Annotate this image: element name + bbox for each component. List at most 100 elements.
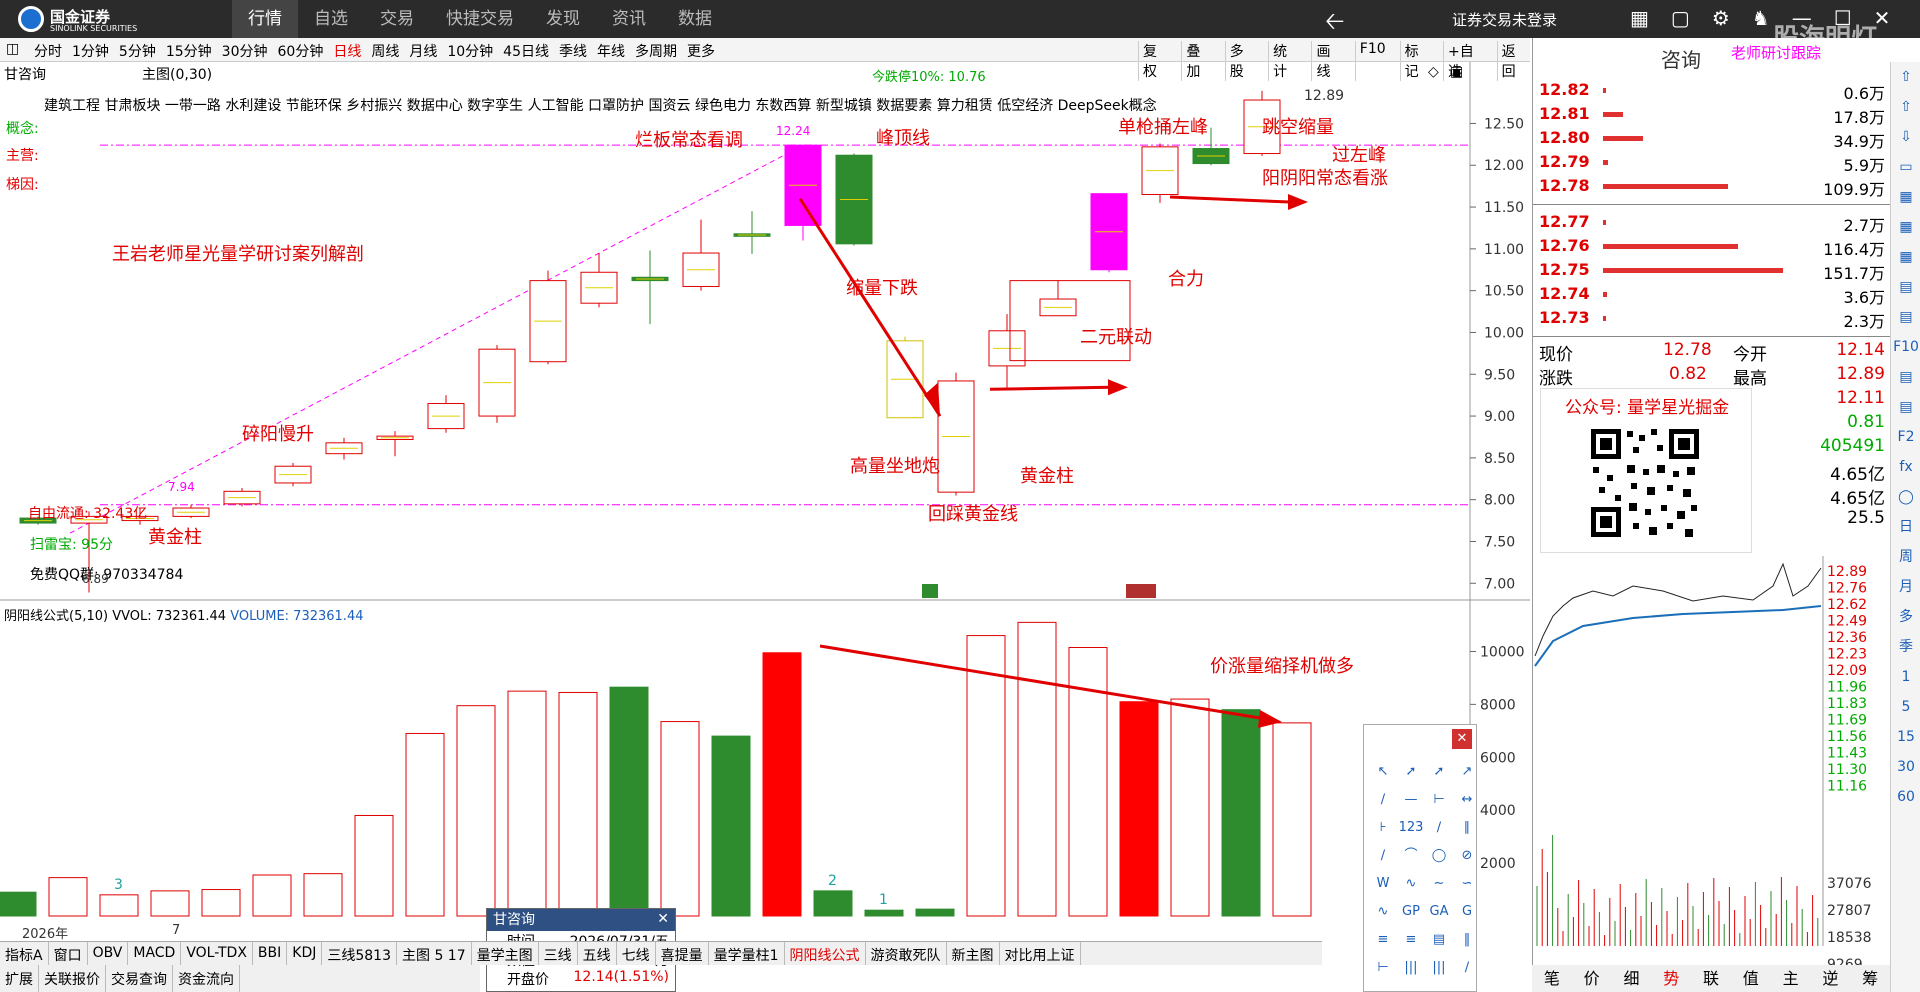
period-shortcut[interactable]: 多 bbox=[1891, 602, 1920, 632]
period-shortcut[interactable]: 季 bbox=[1891, 632, 1920, 662]
fs-icon[interactable]: ▢ bbox=[1671, 6, 1690, 30]
side-tool-icon[interactable]: ▤ bbox=[1891, 272, 1920, 302]
pointer-icon[interactable]: ↖ bbox=[1370, 759, 1396, 785]
side-tool-icon[interactable]: ▦ bbox=[1891, 212, 1920, 242]
period-shortcut[interactable]: 5 bbox=[1891, 692, 1920, 722]
volume-bar[interactable] bbox=[864, 909, 904, 917]
bars-icon[interactable]: ‖ bbox=[1454, 927, 1480, 953]
channel-icon[interactable]: ∕ bbox=[1426, 815, 1452, 841]
volume-bar[interactable] bbox=[1119, 701, 1159, 917]
indicator-tab[interactable]: 主图 5 17 bbox=[397, 942, 472, 965]
bid-row[interactable]: 12.74 3.6万 bbox=[1533, 284, 1891, 308]
line-icon[interactable]: ➚ bbox=[1398, 759, 1424, 785]
arrow-icon[interactable]: ↗ bbox=[1454, 759, 1480, 785]
indicator-tab[interactable]: 量学量柱1 bbox=[709, 942, 785, 965]
indicator-tab[interactable]: 三线5813 bbox=[322, 942, 397, 965]
right-tab[interactable]: 笔 bbox=[1532, 965, 1572, 992]
period-shortcut[interactable]: 30 bbox=[1891, 752, 1920, 782]
volume-bar[interactable] bbox=[558, 691, 598, 917]
zigzag-icon[interactable]: ∿ bbox=[1398, 871, 1424, 897]
side-tool-icon[interactable]: ⇧ bbox=[1891, 92, 1920, 122]
candle[interactable] bbox=[682, 219, 720, 291]
slash-icon[interactable]: ∕ bbox=[1454, 955, 1480, 981]
side-tool-icon[interactable]: ▤ bbox=[1891, 362, 1920, 392]
volume-bar[interactable] bbox=[303, 873, 343, 917]
volume-bar[interactable] bbox=[201, 889, 241, 917]
volume-bar[interactable] bbox=[507, 690, 547, 917]
layout-icon[interactable]: ▦ bbox=[1630, 6, 1649, 30]
wave-icon[interactable]: W bbox=[1370, 871, 1396, 897]
candle[interactable] bbox=[1039, 280, 1077, 317]
side-tool-icon[interactable]: ▤ bbox=[1891, 392, 1920, 422]
candle[interactable] bbox=[223, 487, 261, 507]
side-tool-icon[interactable]: ▦ bbox=[1891, 182, 1920, 212]
gp-icon[interactable]: GP bbox=[1398, 899, 1424, 925]
right-tab[interactable]: 细 bbox=[1612, 965, 1652, 992]
box-icon[interactable]: ▤ bbox=[1426, 927, 1452, 953]
side-tool-icon[interactable]: ⇩ bbox=[1891, 122, 1920, 152]
ellipse-icon[interactable]: ⊘ bbox=[1454, 843, 1480, 869]
ask-row[interactable]: 12.81 17.8万 bbox=[1533, 104, 1891, 128]
volume-bar[interactable] bbox=[0, 891, 37, 917]
vline-icon[interactable]: ⊦ bbox=[1370, 815, 1396, 841]
volume-bar[interactable] bbox=[354, 814, 394, 917]
right-tab[interactable]: 势 bbox=[1651, 965, 1691, 992]
intraday-chart[interactable]: 12.8912.7612.6212.4912.3612.2312.0911.96… bbox=[1533, 556, 1891, 976]
indicator-tab[interactable]: 量学主图 bbox=[472, 942, 539, 965]
gear-icon[interactable]: ⚙ bbox=[1712, 6, 1730, 30]
volume-bar[interactable] bbox=[1221, 709, 1261, 917]
candle[interactable] bbox=[580, 253, 618, 308]
right-tab[interactable]: 主 bbox=[1771, 965, 1811, 992]
right-tab[interactable]: 价 bbox=[1572, 965, 1612, 992]
circle-icon[interactable]: ◯ bbox=[1426, 843, 1452, 869]
volume-bar[interactable] bbox=[660, 721, 700, 917]
indicator-tab[interactable]: BBI bbox=[253, 942, 288, 965]
close-icon[interactable]: ✕ bbox=[657, 911, 669, 927]
candle[interactable] bbox=[274, 462, 312, 487]
candle[interactable] bbox=[376, 431, 414, 457]
parallel-icon[interactable]: ∥ bbox=[1454, 815, 1480, 841]
side-tool-icon[interactable]: F2 bbox=[1891, 422, 1920, 452]
volume-bar[interactable] bbox=[1170, 698, 1210, 917]
volume-bar[interactable] bbox=[1272, 722, 1312, 917]
fan-icon[interactable]: ≡ bbox=[1370, 927, 1396, 953]
candle[interactable] bbox=[988, 314, 1026, 390]
volume-bar[interactable] bbox=[48, 877, 88, 917]
indicator-tab[interactable]: MACD bbox=[128, 942, 182, 965]
ask-row[interactable]: 12.79 5.9万 bbox=[1533, 152, 1891, 176]
period-shortcut[interactable]: 月 bbox=[1891, 572, 1920, 602]
volume-bar[interactable] bbox=[150, 890, 190, 917]
volume-bar[interactable] bbox=[813, 890, 853, 917]
segment-icon[interactable]: ∕ bbox=[1370, 787, 1396, 813]
extension-tab[interactable]: 扩展 bbox=[0, 965, 39, 992]
hline-icon[interactable]: — bbox=[1398, 787, 1424, 813]
bid-row[interactable]: 12.75 151.7万 bbox=[1533, 260, 1891, 284]
candle[interactable] bbox=[835, 153, 873, 246]
side-tool-icon[interactable]: ◯ bbox=[1891, 482, 1920, 512]
extension-tab[interactable]: 交易查询 bbox=[106, 965, 173, 992]
ask-row[interactable]: 12.78 109.9万 bbox=[1533, 176, 1891, 200]
indicator-tab[interactable]: 阴阳线公式 bbox=[785, 942, 866, 965]
indicator-tab[interactable]: 对比用上证 bbox=[1000, 942, 1081, 965]
side-tool-icon[interactable]: ▭ bbox=[1891, 152, 1920, 182]
candle[interactable] bbox=[427, 395, 465, 433]
hray-icon[interactable]: ⊢ bbox=[1426, 787, 1452, 813]
grid-icon[interactable]: ≡ bbox=[1398, 927, 1424, 953]
trend-icon[interactable]: ∼ bbox=[1426, 871, 1452, 897]
side-tool-icon[interactable]: ▤ bbox=[1891, 302, 1920, 332]
extension-tab[interactable]: 资金流向 bbox=[173, 965, 240, 992]
indicator-tab[interactable]: OBV bbox=[88, 942, 129, 965]
indicator-tab[interactable]: 指标A bbox=[0, 942, 49, 965]
candle[interactable] bbox=[1141, 143, 1179, 203]
candle[interactable] bbox=[478, 345, 516, 423]
indicator-tab[interactable]: VOL-TDX bbox=[181, 942, 253, 965]
indicator-tab[interactable]: 新主图 bbox=[947, 942, 1000, 965]
candle[interactable] bbox=[937, 372, 975, 496]
volume-bar[interactable] bbox=[609, 686, 649, 917]
indicator-tab[interactable]: 三线 bbox=[539, 942, 578, 965]
side-tool-icon[interactable]: fx bbox=[1891, 452, 1920, 482]
side-tool-icon[interactable]: ⇧ bbox=[1891, 62, 1920, 92]
volume-bar[interactable] bbox=[99, 894, 139, 917]
indicator-tab[interactable]: 窗口 bbox=[49, 942, 88, 965]
right-tab[interactable]: 值 bbox=[1731, 965, 1771, 992]
